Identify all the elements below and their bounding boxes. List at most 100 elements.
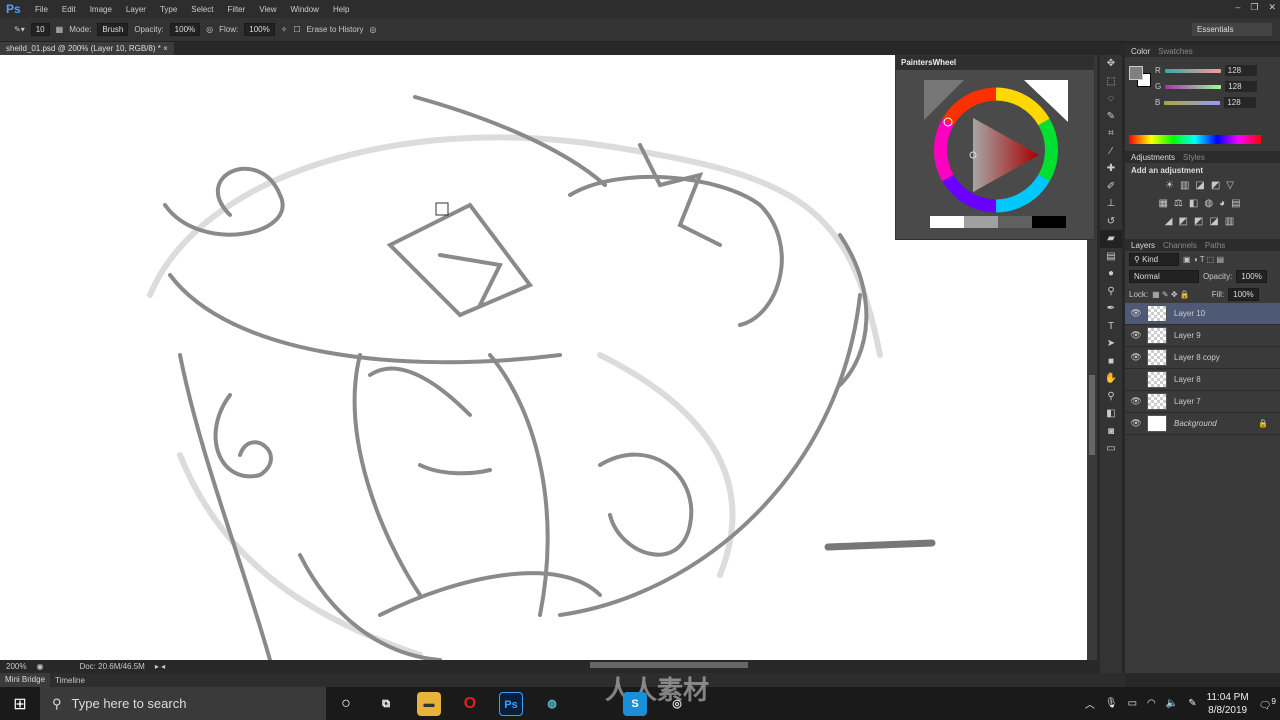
swatch-black[interactable] — [1032, 216, 1066, 228]
g-slider[interactable] — [1165, 84, 1222, 89]
status-arrow-icon[interactable]: ▸ ◂ — [155, 662, 165, 671]
tab-swatches[interactable]: Swatches — [1158, 47, 1193, 56]
file-explorer-icon[interactable]: ▬ — [417, 692, 441, 716]
lasso-tool-icon[interactable]: ◌ — [1100, 90, 1122, 108]
g-value[interactable]: 128 — [1225, 81, 1258, 92]
history-brush-icon[interactable]: ↺ — [1100, 213, 1122, 231]
opera-icon[interactable]: O — [458, 692, 482, 716]
windows-start-icon[interactable]: ⊞ — [0, 694, 40, 714]
wifi-icon[interactable]: ◠ — [1147, 698, 1156, 709]
pen-tool-icon[interactable]: ✒ — [1100, 300, 1122, 318]
shape-tool-icon[interactable]: ■ — [1100, 353, 1122, 371]
tab-layers[interactable]: Layers — [1131, 241, 1155, 250]
fill-input[interactable]: 100% — [1228, 287, 1259, 301]
restore-icon[interactable]: ❐ — [1250, 2, 1258, 13]
scroll-thumb[interactable] — [1089, 375, 1095, 455]
taskbar-search[interactable]: ⚲ Type here to search — [40, 687, 326, 720]
healing-tool-icon[interactable]: ✚ — [1100, 160, 1122, 178]
r-slider[interactable] — [1164, 68, 1221, 73]
visibility-eye-icon[interactable]: 👁 — [1125, 330, 1147, 341]
close-tab-icon[interactable]: × — [163, 44, 168, 53]
blur-tool-icon[interactable]: ● — [1100, 265, 1122, 283]
menu-select[interactable]: Select — [191, 5, 213, 14]
stamp-tool-icon[interactable]: ⊥ — [1100, 195, 1122, 213]
color-ramp[interactable] — [1129, 135, 1261, 144]
lock-icons[interactable]: ▦ ✎ ✥ 🔒 — [1152, 290, 1190, 299]
swatch-white[interactable] — [930, 216, 964, 228]
menu-help[interactable]: Help — [333, 5, 349, 14]
layer-row[interactable]: 👁 Background 🔒 — [1125, 413, 1280, 435]
tab-paths[interactable]: Paths — [1205, 241, 1225, 250]
gradient-tool-icon[interactable]: ▤ — [1100, 248, 1122, 266]
brush-tool-icon[interactable]: ✐ — [1100, 178, 1122, 196]
swatch-light-gray[interactable] — [964, 216, 998, 228]
tray-chevron-icon[interactable]: ︿ — [1085, 696, 1095, 711]
path-select-icon[interactable]: ➤ — [1100, 335, 1122, 353]
tab-mini-bridge[interactable]: Mini Bridge — [0, 673, 51, 687]
color-wheel[interactable] — [896, 70, 1094, 240]
crop-tool-icon[interactable]: ⌗ — [1100, 125, 1122, 143]
document-tab[interactable]: sheild_01.psd @ 200% (Layer 10, RGB/8) *… — [0, 42, 174, 55]
layer-row[interactable]: 👁 Layer 10 — [1125, 303, 1280, 325]
layer-row[interactable]: Layer 8 — [1125, 369, 1280, 391]
brush-size-picker[interactable]: 10 — [30, 23, 50, 36]
r-value[interactable]: 128 — [1224, 65, 1257, 76]
quick-mask-icon[interactable]: ◙ — [1100, 423, 1122, 441]
b-value[interactable]: 128 — [1224, 97, 1257, 108]
task-view-icon[interactable]: ⧉ — [374, 692, 398, 716]
horizontal-scroll-thumb[interactable] — [590, 662, 748, 668]
erase-history-checkbox[interactable]: ☐ — [293, 25, 300, 34]
cortana-icon[interactable]: ○ — [334, 692, 358, 716]
layer-opacity-input[interactable]: 100% — [1236, 269, 1267, 283]
zoom-tool-icon[interactable]: ⚲ — [1100, 388, 1122, 406]
visibility-eye-icon[interactable]: 👁 — [1125, 418, 1147, 429]
pressure-size-icon[interactable]: ◎ — [370, 25, 377, 34]
layer-row[interactable]: 👁 Layer 7 — [1125, 391, 1280, 413]
eyedropper-tool-icon[interactable]: ⁄ — [1100, 143, 1122, 161]
microphone-icon[interactable]: 🎙 — [1105, 698, 1118, 709]
photoshop-taskbar-icon[interactable]: Ps — [499, 692, 523, 716]
screen-mode-icon[interactable]: ▭ — [1100, 440, 1122, 458]
visibility-eye-icon[interactable]: 👁 — [1125, 308, 1147, 319]
color-swatches-icon[interactable]: ◧ — [1100, 405, 1122, 423]
eraser-tool-icon[interactable]: ▰ — [1100, 230, 1122, 248]
pen-icon[interactable]: ✎ — [1188, 698, 1196, 709]
flow-input[interactable]: 100% — [244, 23, 275, 36]
menu-file[interactable]: File — [35, 5, 48, 14]
minimize-icon[interactable]: – — [1235, 2, 1240, 13]
tab-adjustments[interactable]: Adjustments — [1131, 153, 1175, 162]
filter-icons[interactable]: ▣ ◑ T ⬚ ▤ — [1183, 255, 1224, 264]
obs-icon[interactable]: ◎ — [665, 692, 689, 716]
workspace-select[interactable]: Essentials — [1192, 23, 1272, 36]
layer-filter-kind[interactable]: ⚲ Kind — [1129, 252, 1179, 266]
hand-tool-icon[interactable]: ✋ — [1100, 370, 1122, 388]
airbrush-icon[interactable]: ✧ — [281, 25, 288, 34]
layer-row[interactable]: 👁 Layer 8 copy — [1125, 347, 1280, 369]
clock[interactable]: 11:04 PM 8/8/2019 — [1207, 691, 1249, 717]
brush-panel-icon[interactable]: ▦ — [56, 25, 64, 34]
volume-icon[interactable]: 🔈 — [1166, 698, 1178, 709]
menu-image[interactable]: Image — [90, 5, 112, 14]
menu-filter[interactable]: Filter — [228, 5, 246, 14]
swatch-dark-gray[interactable] — [998, 216, 1032, 228]
tab-timeline[interactable]: Timeline — [50, 676, 90, 685]
quick-select-tool-icon[interactable]: ✎ — [1100, 108, 1122, 126]
app-icon[interactable]: ◍ — [540, 692, 564, 716]
tab-channels[interactable]: Channels — [1163, 241, 1197, 250]
blend-mode-select[interactable]: Normal — [1129, 269, 1199, 283]
b-slider[interactable] — [1164, 100, 1221, 105]
menu-view[interactable]: View — [259, 5, 276, 14]
skype-icon[interactable]: S — [623, 692, 647, 716]
tab-color[interactable]: Color — [1131, 47, 1150, 56]
battery-icon[interactable]: ▭ — [1128, 698, 1137, 709]
tab-styles[interactable]: Styles — [1183, 153, 1205, 162]
dodge-tool-icon[interactable]: ⚲ — [1100, 283, 1122, 301]
menu-edit[interactable]: Edit — [62, 5, 76, 14]
type-tool-icon[interactable]: T — [1100, 318, 1122, 336]
visibility-eye-icon[interactable]: 👁 — [1125, 352, 1147, 363]
foreground-color[interactable] — [1129, 66, 1143, 80]
marquee-tool-icon[interactable]: ⬚ — [1100, 73, 1122, 91]
move-tool-icon[interactable]: ✥ — [1100, 55, 1122, 73]
visibility-eye-icon[interactable]: 👁 — [1125, 396, 1147, 407]
layer-row[interactable]: 👁 Layer 9 — [1125, 325, 1280, 347]
